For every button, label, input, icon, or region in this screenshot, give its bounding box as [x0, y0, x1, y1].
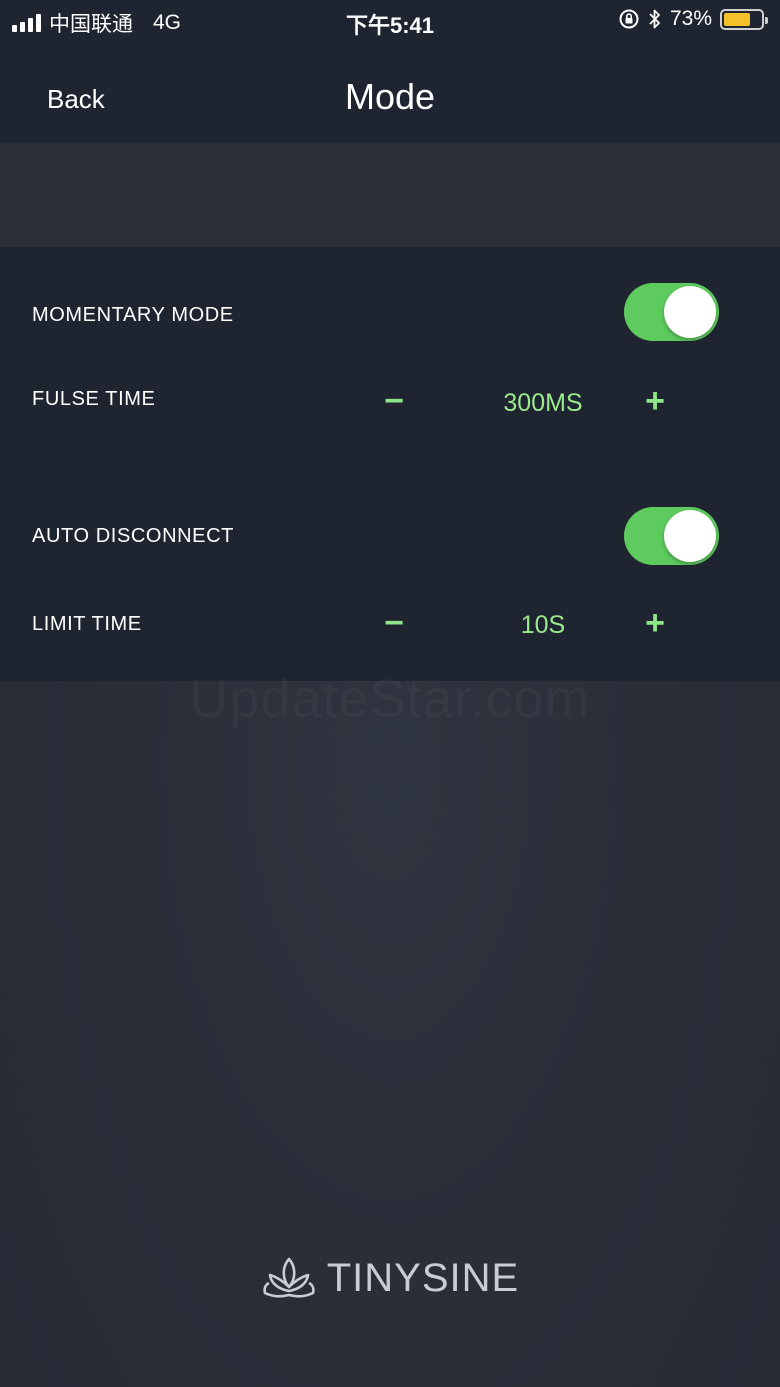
auto-disconnect-label: AUTO DISCONNECT: [32, 525, 234, 547]
header-spacer: [0, 143, 780, 247]
auto-disconnect-toggle[interactable]: [624, 507, 719, 565]
orientation-lock-icon: [619, 9, 639, 29]
momentary-mode-label: MOMENTARY MODE: [32, 304, 234, 326]
toggle-knob: [664, 286, 716, 338]
battery-icon: [720, 8, 768, 30]
fulse-time-label: FULSE TIME: [32, 388, 156, 410]
limit-time-increment-button[interactable]: +: [635, 603, 675, 643]
battery-percent: 73%: [669, 7, 712, 30]
page-title: Mode: [344, 76, 436, 117]
fulse-time-decrement-button[interactable]: −: [374, 381, 414, 421]
status-bar: 中国联通 4G 下午5:41 73%: [0, 0, 780, 40]
fulse-time-increment-button[interactable]: +: [635, 381, 675, 421]
bluetooth-icon: [649, 9, 660, 29]
brand-logo: TINYSINE: [0, 1253, 780, 1303]
settings-panel: MOMENTARY MODE FULSE TIME − 300MS + AUTO…: [0, 247, 780, 681]
battery-level: [724, 12, 751, 26]
momentary-mode-toggle[interactable]: [624, 283, 719, 341]
brand-name: TINYSINE: [326, 1255, 520, 1300]
toggle-knob: [664, 510, 716, 562]
lotus-icon: [263, 1257, 315, 1298]
limit-time-value: 10S: [520, 611, 566, 639]
limit-time-label: LIMIT TIME: [32, 613, 142, 635]
status-right: 73%: [618, 7, 768, 31]
navigation-bar: Back Mode: [0, 40, 780, 143]
fulse-time-value: 300MS: [503, 389, 583, 417]
watermark: UpdateStar.com: [0, 668, 780, 730]
limit-time-decrement-button[interactable]: −: [374, 603, 414, 643]
